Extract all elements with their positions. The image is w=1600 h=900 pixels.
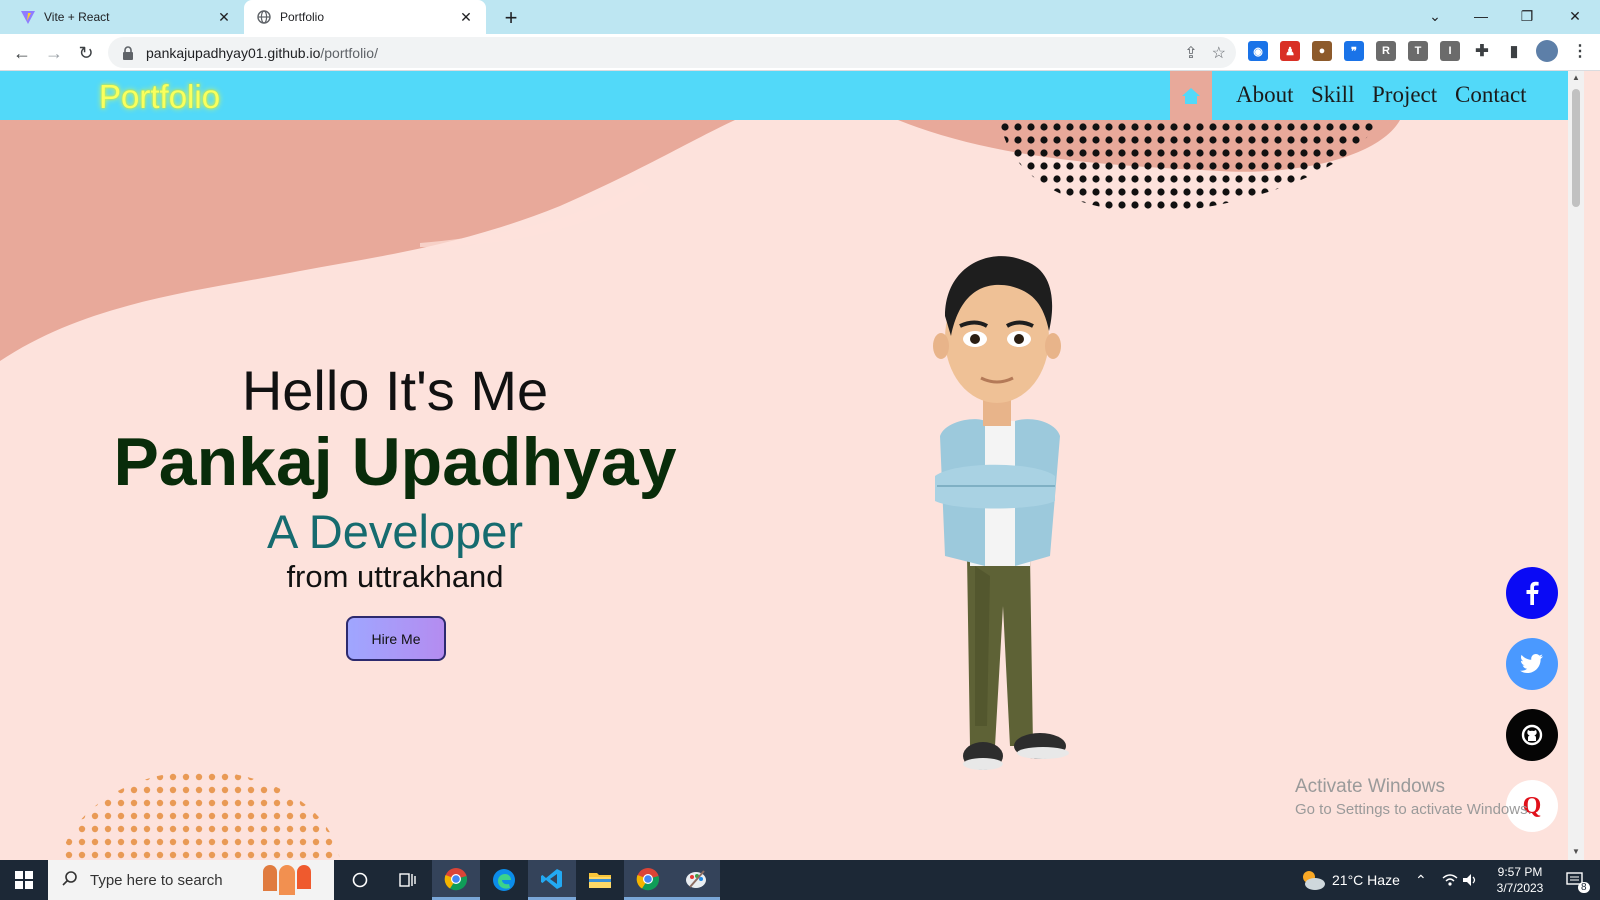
page-scrollbar[interactable]: ▲ ▼: [1568, 71, 1584, 860]
extension-t-icon[interactable]: T: [1408, 41, 1428, 61]
profile-avatar[interactable]: [1536, 40, 1558, 62]
avatar-illustration: [933, 256, 1069, 770]
extension-people-icon[interactable]: ♟: [1280, 41, 1300, 61]
home-icon: [1182, 87, 1200, 104]
clock-date: 3/7/2023: [1496, 881, 1544, 895]
cortana-button[interactable]: [336, 860, 384, 900]
hero-name: Pankaj Upadhyay: [113, 424, 677, 500]
hire-me-button[interactable]: Hire Me: [346, 616, 446, 661]
vscode-icon: [541, 868, 562, 889]
volume-icon[interactable]: [1462, 860, 1478, 900]
windows-logo-icon: [15, 871, 33, 889]
close-icon[interactable]: ✕: [216, 9, 232, 26]
scrollbar-thumb[interactable]: [1572, 89, 1580, 207]
extension-cookie-icon[interactable]: ●: [1312, 41, 1332, 61]
cortana-icon: [352, 872, 368, 888]
tab-portfolio[interactable]: Portfolio ✕: [244, 0, 486, 34]
restore-button[interactable]: ❐: [1504, 0, 1550, 32]
weather-cloud-sun-icon: [1303, 871, 1325, 890]
chrome-icon: [636, 867, 660, 890]
search-placeholder: Type here to search: [90, 871, 223, 889]
address-bar[interactable]: pankajupadhyay01.github.io/portfolio/ ⇪ …: [108, 37, 1236, 68]
extension-quote-icon[interactable]: ❞: [1344, 41, 1364, 61]
nav-link-about[interactable]: About: [1236, 82, 1294, 108]
tab-title: Portfolio: [280, 10, 325, 24]
scroll-down-icon[interactable]: ▼: [1572, 847, 1580, 856]
url-path: /portfolio/: [320, 44, 378, 61]
tab-title: Vite + React: [44, 10, 110, 24]
taskbar-edge[interactable]: [480, 860, 528, 900]
url-host: pankajupadhyay01.github.io: [146, 44, 321, 61]
reload-button[interactable]: ↻: [72, 39, 100, 67]
web-page: Portfolio About Skill Project Contact He…: [0, 71, 1568, 860]
close-icon[interactable]: ✕: [458, 9, 474, 26]
people-illustration-icon: [262, 865, 311, 895]
notifications-button[interactable]: 8: [1560, 860, 1590, 900]
minimize-button[interactable]: —: [1458, 0, 1504, 32]
weather-widget[interactable]: 21°C Haze: [1300, 860, 1400, 900]
github-icon: [1521, 724, 1543, 746]
start-button[interactable]: [0, 860, 48, 900]
side-panel-icon[interactable]: ▮: [1504, 41, 1524, 61]
task-view-icon: [399, 873, 416, 887]
forward-button[interactable]: →: [40, 39, 68, 67]
twitter-button[interactable]: [1506, 638, 1558, 690]
windows-taskbar: Type here to search 21°C Haze ⌃ 9:57 PM …: [0, 860, 1600, 900]
hero-origin: from uttrakhand: [286, 559, 504, 594]
taskbar-vscode[interactable]: [528, 860, 576, 900]
activation-watermark-subtitle: Go to Settings to activate Windows.: [1295, 801, 1532, 818]
twitter-icon: [1520, 654, 1543, 673]
browser-toolbar: ← → ↻ pankajupadhyay01.github.io/portfol…: [0, 34, 1600, 71]
bookmark-star-icon[interactable]: ☆: [1212, 43, 1226, 63]
paint-palette-icon: [686, 869, 706, 888]
extension-r-icon[interactable]: R: [1376, 41, 1396, 61]
edge-icon: [493, 869, 515, 891]
share-icon[interactable]: ⇪: [1184, 43, 1197, 63]
lock-icon: [122, 45, 136, 60]
menu-kebab-icon[interactable]: ⋮: [1570, 41, 1590, 61]
taskbar-paint[interactable]: [672, 860, 720, 900]
scroll-up-icon[interactable]: ▲: [1572, 73, 1580, 82]
chrome-icon: [444, 867, 468, 890]
clock-time: 9:57 PM: [1497, 865, 1543, 879]
home-button[interactable]: [1170, 71, 1212, 120]
globe-icon: [256, 9, 272, 25]
site-logo[interactable]: Portfolio: [99, 78, 220, 116]
notification-count: 8: [1578, 882, 1590, 893]
facebook-icon: [1526, 581, 1539, 605]
nav-link-skill[interactable]: Skill: [1311, 82, 1354, 108]
taskbar-clock[interactable]: 9:57 PM 3/7/2023: [1480, 864, 1560, 896]
vite-icon: [20, 9, 36, 25]
extensions-puzzle-icon[interactable]: ✚: [1472, 41, 1492, 61]
tab-search-icon[interactable]: ⌄: [1412, 0, 1458, 32]
search-icon: [62, 870, 78, 890]
site-navbar: Portfolio About Skill Project Contact: [0, 71, 1568, 120]
nav-link-project[interactable]: Project: [1372, 82, 1437, 108]
close-window-button[interactable]: ✕: [1552, 0, 1598, 32]
taskbar-chrome-1[interactable]: [432, 860, 480, 900]
taskbar-search-box[interactable]: Type here to search: [48, 860, 334, 900]
weather-text: 21°C Haze: [1332, 872, 1400, 888]
github-button[interactable]: [1506, 709, 1558, 761]
tab-vite-react[interactable]: Vite + React ✕: [8, 0, 244, 34]
activation-watermark-title: Activate Windows: [1295, 776, 1445, 797]
taskbar-file-explorer[interactable]: [576, 860, 624, 900]
extension-screenshot-icon[interactable]: ◉: [1248, 41, 1268, 61]
extension-i-icon[interactable]: I: [1440, 41, 1460, 61]
hero-greeting: Hello It's Me: [241, 359, 549, 422]
browser-tab-strip: Vite + React ✕ Portfolio ✕ + ⌄ — ❐ ✕: [0, 0, 1600, 34]
back-button[interactable]: ←: [8, 39, 36, 67]
new-tab-button[interactable]: +: [499, 5, 523, 31]
facebook-button[interactable]: [1506, 567, 1558, 619]
hero-role: A Developer: [266, 505, 524, 558]
taskbar-chrome-2[interactable]: [624, 860, 672, 900]
folder-icon: [589, 873, 611, 888]
tray-overflow-icon[interactable]: ⌃: [1415, 860, 1427, 900]
network-icon[interactable]: [1442, 860, 1458, 900]
nav-link-contact[interactable]: Contact: [1455, 82, 1527, 108]
task-view-button[interactable]: [384, 860, 432, 900]
